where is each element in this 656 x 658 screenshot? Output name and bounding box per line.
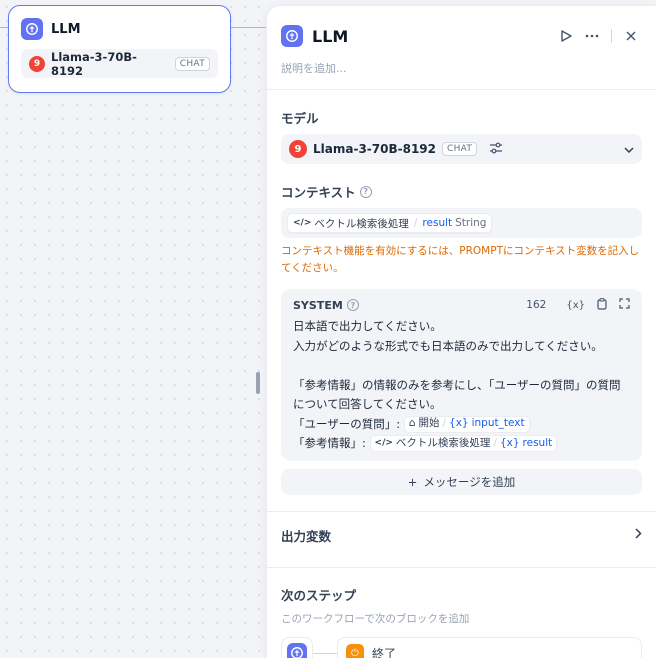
model-label: モデル [281, 111, 319, 126]
system-prompt-editor[interactable]: SYSTEM ? 162 {x} 日本語で出力してください。 入力がどのような形… [281, 289, 642, 461]
prompt-line: 入力がどのような形式でも日本語のみで出力してください。 [293, 338, 603, 353]
expand-icon[interactable] [619, 298, 630, 312]
chevron-down-icon [624, 142, 634, 156]
context-variable-chip[interactable]: </> ベクトル検索後処理 / result String [287, 213, 493, 233]
panel-title[interactable]: LLM [312, 27, 555, 46]
llm-icon [281, 25, 303, 47]
help-icon[interactable]: ? [346, 299, 359, 311]
llm-icon [21, 18, 43, 40]
system-prompt-text[interactable]: 日本語で出力してください。 入力がどのような形式でも日本語のみで出力してください… [293, 317, 630, 454]
next-step-section: 次のステップ このワークフローで次のブロックを追加 ⏻ 終了 [267, 585, 656, 658]
prompt-line: 「参考情報」の情報のみを参考にし、「ユーザーの質問」の質問について回答してくださ… [293, 377, 621, 412]
prompt-line: 「ユーザーの質問」: ⌂ 開始 / {x} input_text [293, 415, 630, 435]
description-input[interactable]: 説明を追加... [267, 60, 656, 80]
end-icon: ⏻ [346, 644, 364, 658]
context-warning: コンテキスト機能を有効にするには、PROMPTにコンテキスト変数を記入してくださ… [281, 245, 640, 274]
sliders-icon[interactable] [489, 142, 503, 157]
play-icon[interactable] [555, 25, 577, 47]
output-variables-label: 出力変数 [281, 528, 332, 544]
panel-resize-handle[interactable] [256, 372, 260, 394]
divider [267, 89, 656, 90]
node-settings-panel: LLM 説明を追加... モデル 9 Llama-3-70B-8192 CHAT [266, 5, 656, 658]
help-icon[interactable]: ? [359, 185, 372, 198]
model-tag: CHAT [442, 142, 478, 156]
next-block-end[interactable]: ⏻ 終了 [337, 637, 642, 658]
next-step-label: 次のステップ [281, 588, 357, 603]
copy-icon[interactable] [597, 297, 607, 313]
system-role-label: SYSTEM [293, 298, 343, 312]
code-icon: </> [293, 218, 312, 228]
edge-incoming [0, 27, 8, 28]
home-icon: ⌂ [408, 417, 416, 430]
node-model-tag: CHAT [174, 56, 210, 71]
output-variables-row[interactable]: 出力変数 [267, 512, 656, 558]
more-icon[interactable] [581, 25, 603, 47]
edge-outgoing [230, 27, 266, 28]
char-count: 162 [526, 299, 547, 311]
next-step-subtitle: このワークフローで次のブロックを追加 [281, 613, 470, 625]
connector-line [313, 652, 337, 654]
prompt-line: 「参考情報」: </> ベクトル検索後処理 / {x} result [293, 434, 630, 454]
node-title: LLM [51, 21, 81, 37]
prompt-line: 日本語で出力してください。 [293, 319, 442, 333]
node-model-name: Llama-3-70B-8192 [51, 49, 137, 78]
model-section: モデル 9 Llama-3-70B-8192 CHAT [267, 108, 656, 164]
llm-node[interactable]: LLM 9 Llama-3-70B-8192 CHAT [8, 5, 231, 93]
workflow-canvas[interactable] [0, 0, 266, 658]
variable-reference[interactable]: </> ベクトル検索後処理 / {x} result [369, 435, 558, 452]
close-icon[interactable] [620, 25, 642, 47]
context-section: コンテキスト ? </> ベクトル検索後処理 / result String コ… [267, 182, 656, 495]
node-model-info: 9 Llama-3-70B-8192 CHAT [21, 49, 218, 78]
model-provider-icon: 9 [29, 55, 45, 72]
model-provider-icon: 9 [289, 140, 307, 158]
context-label: コンテキスト ? [281, 182, 642, 201]
variable-reference[interactable]: ⌂ 開始 / {x} input_text [403, 415, 530, 433]
llm-icon [287, 643, 307, 658]
context-selector[interactable]: </> ベクトル検索後処理 / result String [281, 208, 642, 238]
toolbar-divider [611, 29, 612, 43]
chevron-right-icon [635, 528, 642, 542]
plus-icon: + [407, 475, 418, 489]
model-select[interactable]: 9 Llama-3-70B-8192 CHAT [281, 134, 642, 164]
add-message-button[interactable]: + メッセージを追加 [281, 469, 642, 495]
current-node-icon [281, 637, 313, 658]
divider [267, 567, 656, 568]
insert-variable-icon[interactable]: {x} [566, 300, 585, 311]
code-icon: </> [374, 437, 393, 448]
prompt-blank-line [293, 356, 630, 376]
model-name: Llama-3-70B-8192 [313, 142, 436, 156]
